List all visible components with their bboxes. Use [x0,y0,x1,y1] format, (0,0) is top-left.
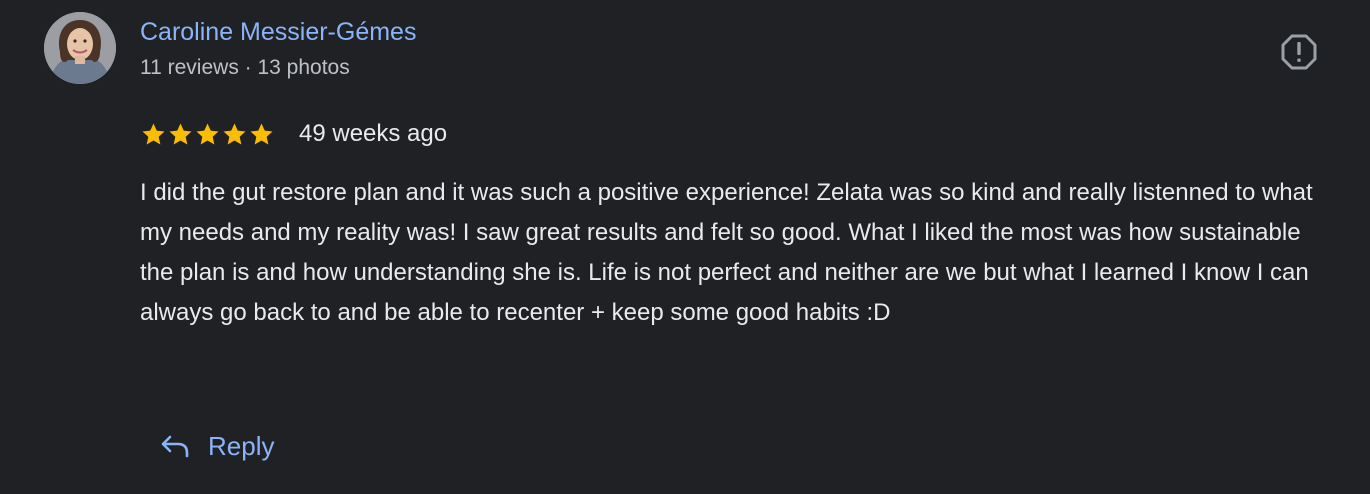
reply-arrow-icon [161,435,189,458]
report-review-button[interactable] [1278,31,1320,73]
reply-button[interactable]: Reply [150,423,284,469]
star-icon [169,122,192,145]
star-icon [142,122,165,145]
star-icon [196,122,219,145]
review-text: I did the gut restore plan and it was su… [140,179,1313,326]
reply-label: Reply [208,430,275,461]
report-flag-icon [1281,34,1317,70]
review-time: 49 weeks ago [299,120,448,147]
author-name[interactable]: Caroline Messier-Gémes [140,16,416,48]
author-meta: 11 reviews · 13 photos [140,56,350,79]
rating-row: 49 weeks ago [140,117,447,151]
star-icon [250,122,273,145]
author-avatar[interactable] [44,12,116,84]
star-icon [223,122,246,145]
star-rating [140,121,275,148]
